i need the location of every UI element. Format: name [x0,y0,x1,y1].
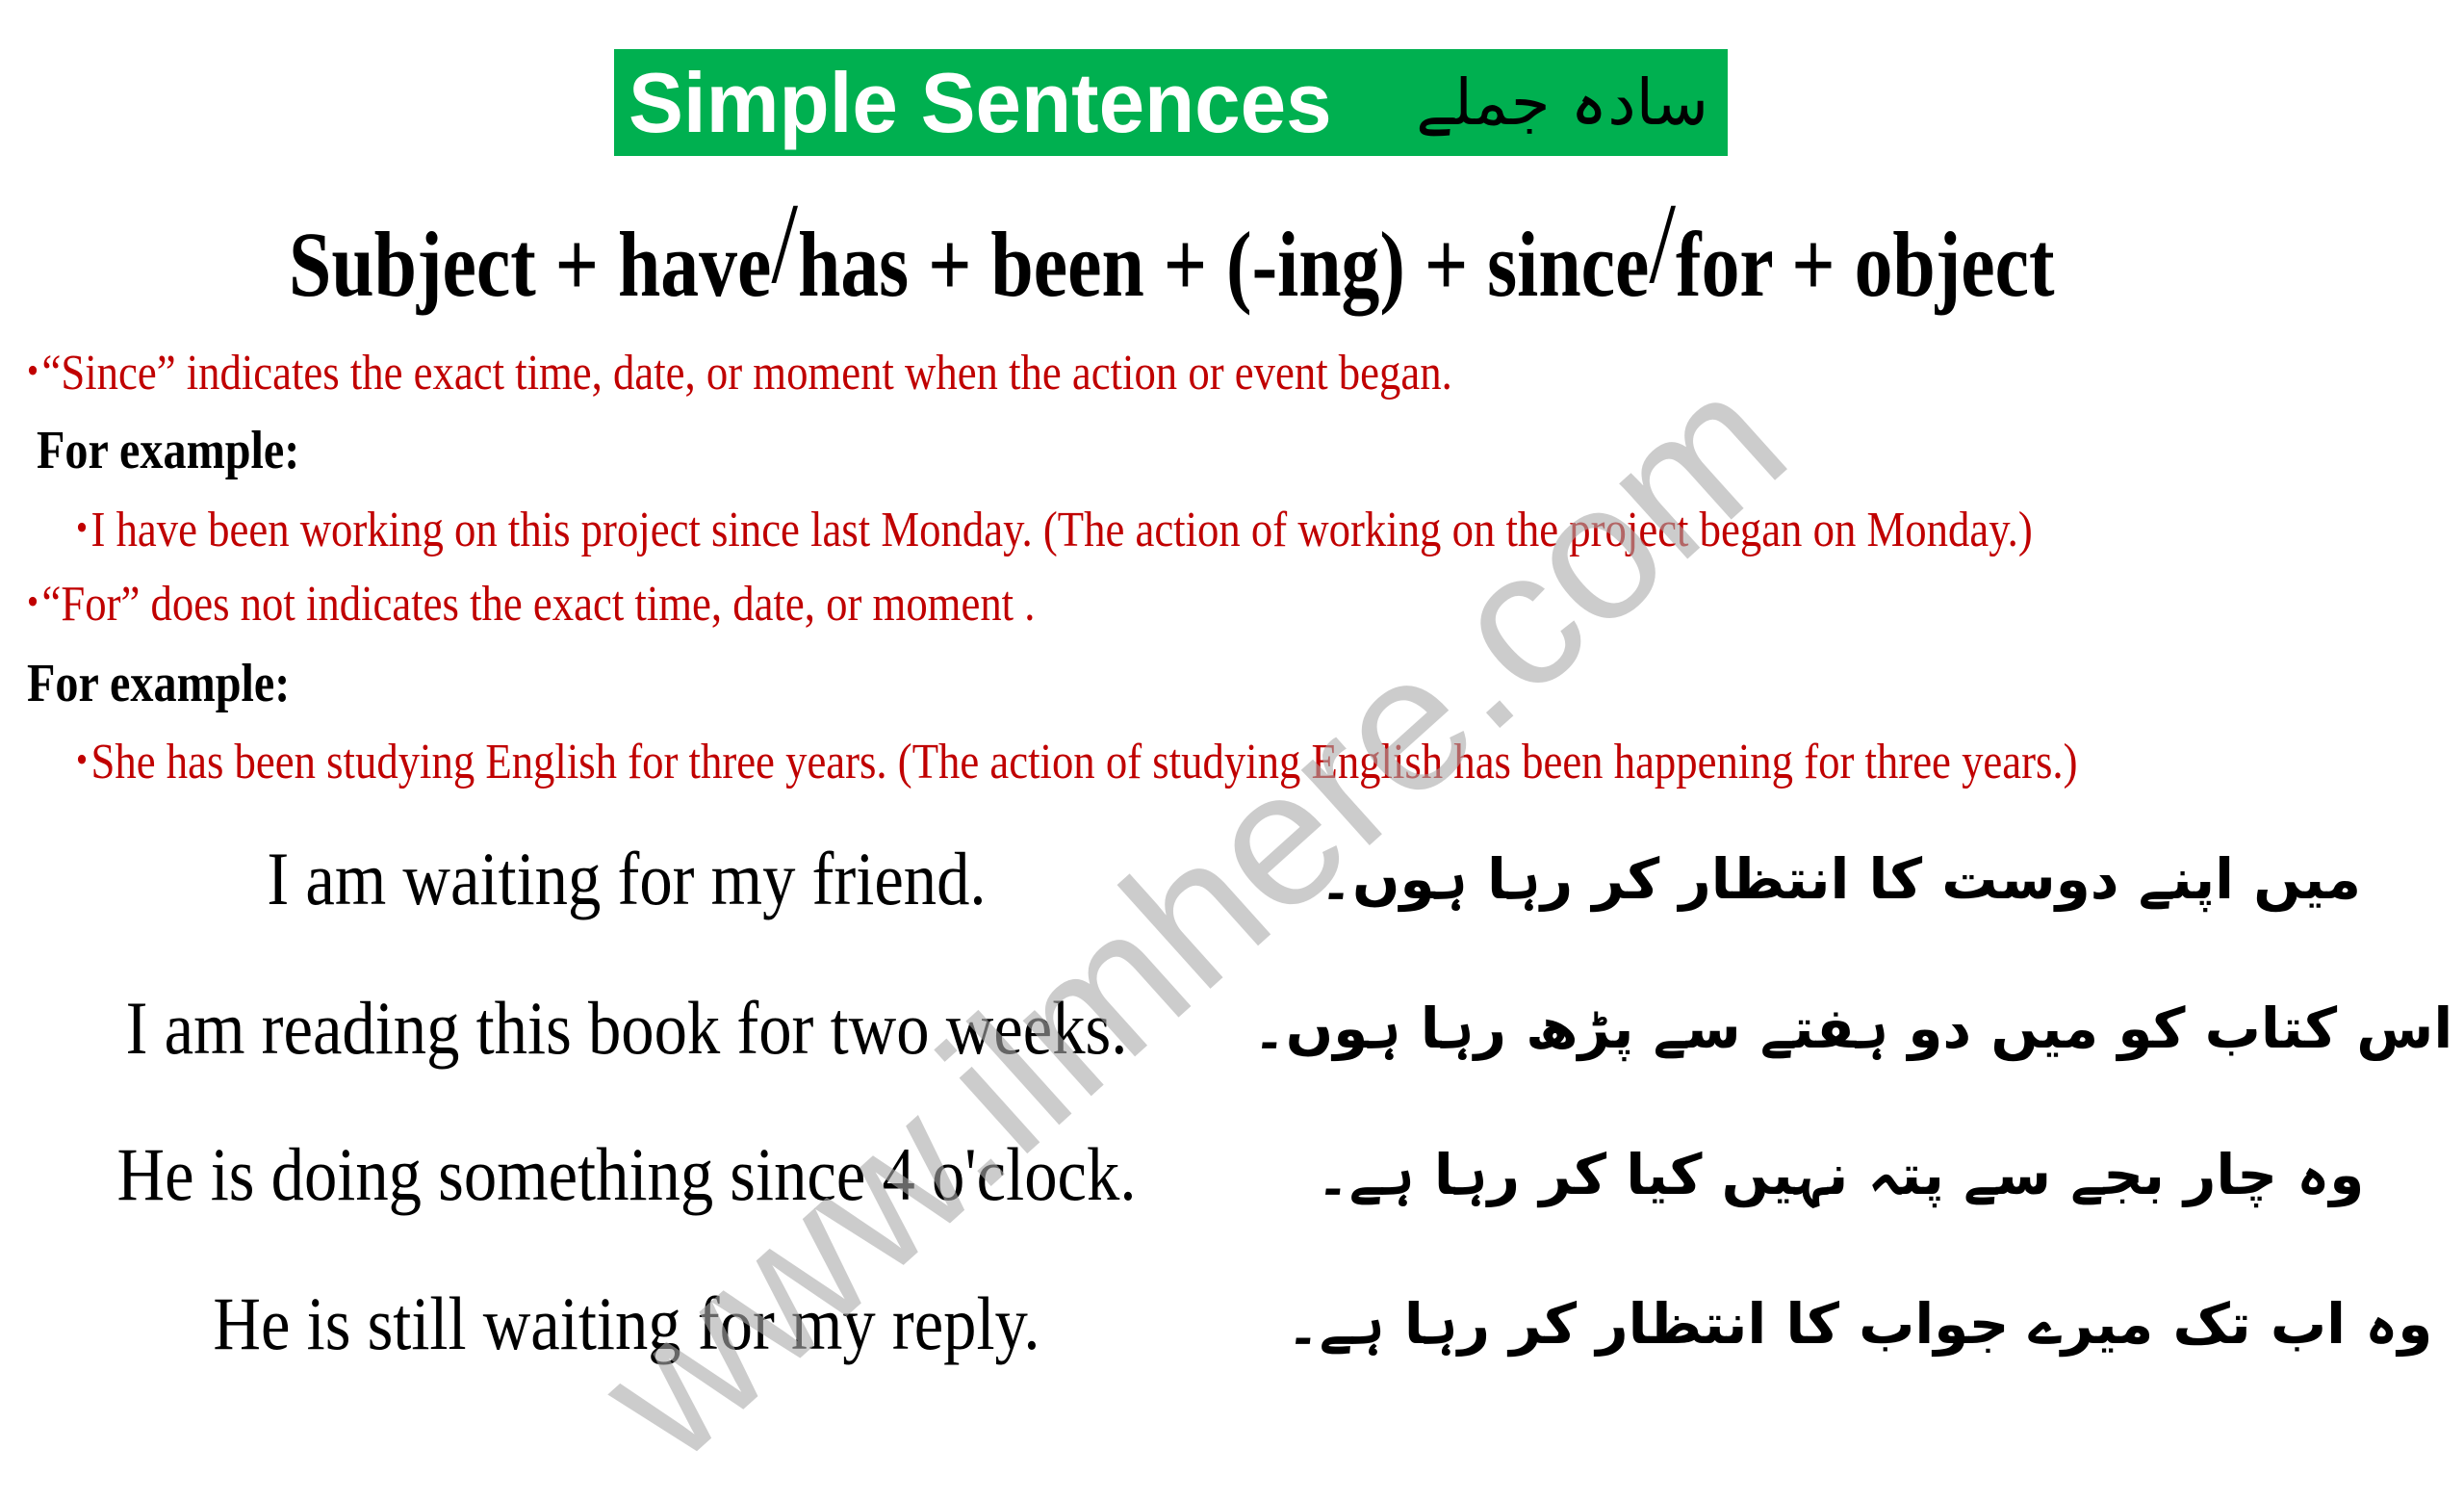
rule-for-text: “For” does not indicates the exact time,… [41,577,1036,632]
example-since-text: I have been working on this project sinc… [90,503,2033,557]
sentence-english-1: I am waiting for my friend. [267,837,987,920]
bullet-icon: • [76,738,89,781]
title-english: Simple Sentences [629,55,1332,150]
sentence-urdu-2: اس کتاب کو میں دو ہفتے سے پڑھ رہا ہوں۔ [1252,996,2453,1061]
bullet-icon: • [27,349,39,392]
title-banner: Simple Sentences سادہ جملے [614,49,1728,156]
formula-slash-1: / [771,179,799,307]
sentence-english-4: He is still waiting for my reply. [213,1281,1040,1365]
rule-since: •“Since” indicates the exact time, date,… [27,342,1452,402]
formula-part-2: has + been + (-ing) + since [798,213,1650,316]
title-urdu: سادہ جملے [1416,65,1708,140]
sentence-urdu-4: وہ اب تک میرے جواب کا انتظار کر رہا ہے۔ [1286,1291,2433,1357]
example-for-text: She has been studying English for three … [90,735,2078,789]
formula: Subject + have/has + been + (-ing) + sin… [289,186,2055,318]
bullet-icon: • [27,580,39,623]
formula-slash-2: / [1649,179,1677,307]
formula-part-3: for + object [1676,213,2055,316]
for-example-label-1: For example: [37,421,300,480]
formula-part-1: Subject + have [289,213,772,316]
rule-since-text: “Since” indicates the exact time, date, … [41,346,1452,401]
sentence-urdu-1: میں اپنے دوست کا انتظار کر رہا ہوں۔ [1319,846,2362,912]
sentence-english-3: He is doing something since 4 o'clock. [116,1132,1137,1216]
example-for: •She has been studying English for three… [76,731,2077,791]
sentence-english-2: I am reading this book for two weeks. [125,986,1128,1070]
for-example-label-2: For example: [27,654,291,713]
rule-for: •“For” does not indicates the exact time… [27,573,1035,634]
example-since: •I have been working on this project sin… [76,499,2033,559]
sentence-urdu-3: وہ چار بجے سے پتہ نہیں کیا کر رہا ہے۔ [1316,1142,2365,1207]
bullet-icon: • [76,505,89,549]
